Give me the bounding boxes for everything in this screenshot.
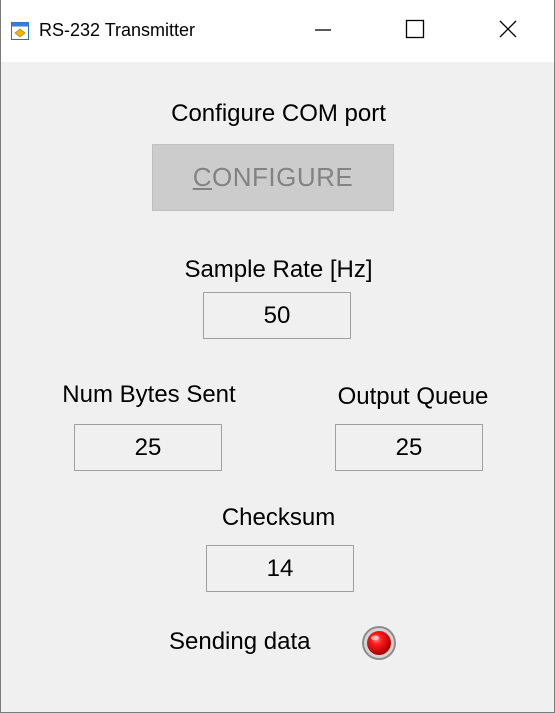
- num-bytes-sent-value: 25: [134, 433, 162, 461]
- maximize-button[interactable]: [369, 0, 461, 62]
- close-button[interactable]: [462, 0, 554, 62]
- checksum-value: 14: [266, 554, 294, 582]
- app-window: RS-232 Transmitter Configure COM port C …: [0, 0, 555, 713]
- num-bytes-sent-label: Num Bytes Sent: [62, 381, 236, 408]
- configure-button-mnemonic: C: [192, 162, 213, 192]
- sample-rate-value: 50: [263, 301, 291, 329]
- configure-button-label: ONFIGURE: [212, 162, 354, 192]
- num-bytes-sent-field: 25: [74, 424, 222, 471]
- sending-data-label: Sending data: [169, 628, 311, 655]
- configure-com-port-label: Configure COM port: [171, 100, 386, 127]
- minimize-icon: [313, 19, 333, 44]
- output-queue-value: 25: [395, 433, 423, 461]
- sending-data-led-icon: [361, 625, 397, 661]
- checksum-field: 14: [206, 545, 354, 592]
- output-queue-field: 25: [335, 424, 483, 471]
- configure-button[interactable]: C ONFIGURE: [152, 144, 394, 211]
- app-window-icon[interactable]: [11, 22, 29, 40]
- output-queue-label: Output Queue: [337, 383, 489, 410]
- title-bar[interactable]: RS-232 Transmitter: [1, 0, 554, 62]
- checksum-label: Checksum: [221, 504, 336, 531]
- minimize-button[interactable]: [277, 0, 369, 62]
- close-icon: [497, 18, 519, 45]
- window-title: RS-232 Transmitter: [39, 20, 196, 40]
- sample-rate-field[interactable]: 50: [203, 292, 351, 339]
- sample-rate-label: Sample Rate [Hz]: [184, 256, 373, 283]
- maximize-icon: [404, 18, 426, 45]
